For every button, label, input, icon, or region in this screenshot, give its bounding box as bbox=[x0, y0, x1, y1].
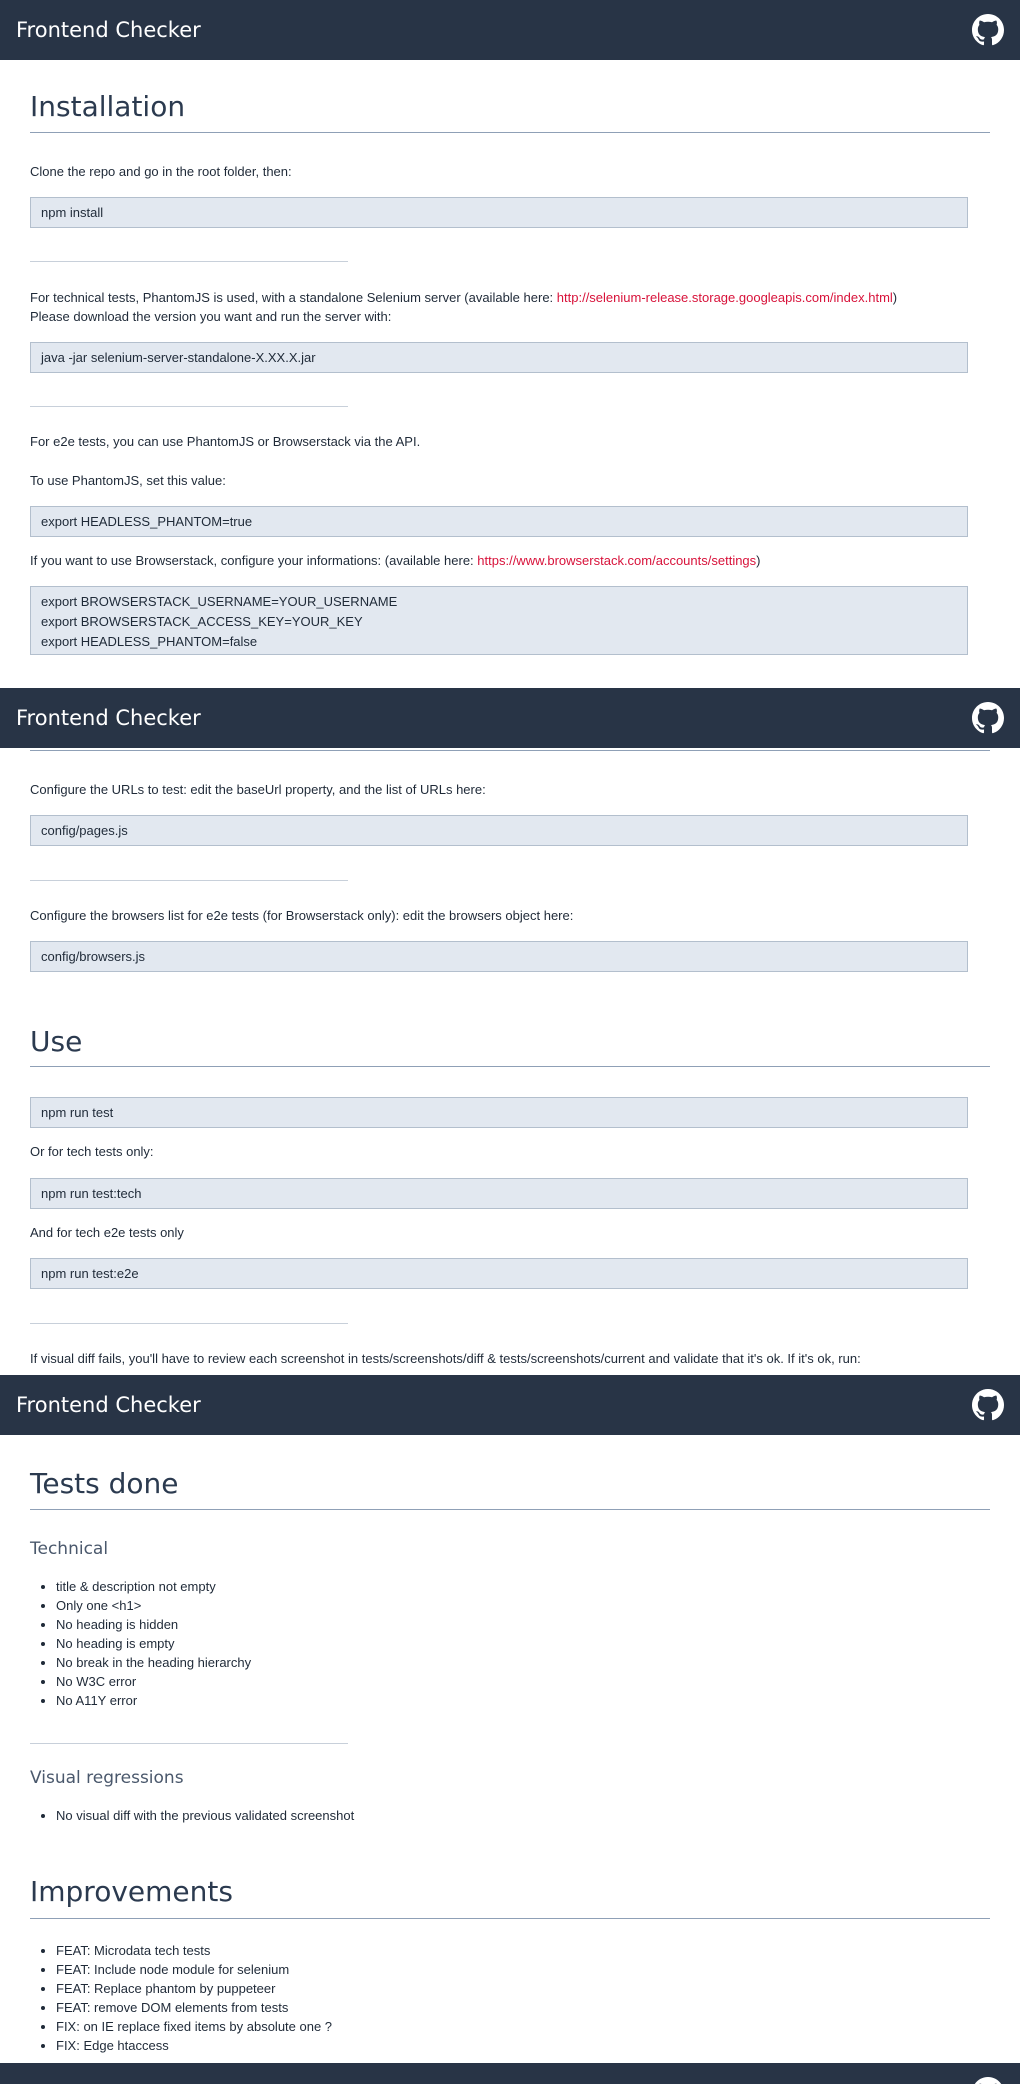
github-icon[interactable] bbox=[972, 1389, 1004, 1421]
download-text: Please download the version you want and… bbox=[30, 309, 392, 324]
heading-rule bbox=[30, 132, 990, 133]
list-item: No heading is empty bbox=[56, 1634, 251, 1653]
phantom-cmd-code: export HEADLESS_PHANTOM=true bbox=[30, 506, 968, 537]
phantom-text: To use PhantomJS, set this value: bbox=[30, 473, 226, 488]
list-item: No visual diff with the previous validat… bbox=[56, 1806, 354, 1825]
list-item: FEAT: Replace phantom by puppeteer bbox=[56, 1979, 332, 1998]
divider bbox=[30, 1323, 348, 1324]
java-cmd-code: java -jar selenium-server-standalone-X.X… bbox=[30, 342, 968, 373]
installation-heading: Installation bbox=[30, 90, 186, 123]
heading-rule bbox=[30, 1918, 990, 1919]
test-cmd-code: npm run test bbox=[30, 1097, 968, 1128]
heading-rule bbox=[30, 1066, 990, 1067]
list-item: title & description not empty bbox=[56, 1577, 251, 1596]
list-item: No W3C error bbox=[56, 1672, 251, 1691]
browsers-text: Configure the browsers list for e2e test… bbox=[30, 908, 574, 923]
browserstack-link[interactable]: https://www.browserstack.com/accounts/se… bbox=[477, 553, 756, 568]
heading-rule bbox=[30, 750, 990, 751]
npm-install-code: npm install bbox=[30, 197, 968, 228]
top-header: Frontend Checker bbox=[0, 0, 1020, 60]
selenium-link[interactable]: http://selenium-release.storage.googleap… bbox=[557, 290, 893, 305]
app-title: Frontend Checker bbox=[16, 18, 201, 42]
top-header bbox=[0, 2063, 1020, 2084]
e2e-cmd-code: npm run test:e2e bbox=[30, 1258, 968, 1289]
divider bbox=[30, 880, 348, 881]
app-title: Frontend Checker bbox=[16, 706, 201, 730]
tech-cmd-code: npm run test:tech bbox=[30, 1178, 968, 1209]
tech-tests-text: For technical tests, PhantomJS is used, … bbox=[30, 290, 898, 305]
visual-diff-text: If visual diff fails, you'll have to rev… bbox=[30, 1351, 861, 1366]
visual-list: No visual diff with the previous validat… bbox=[30, 1806, 354, 1825]
use-heading: Use bbox=[30, 1025, 83, 1058]
browserstack-cmds-code: export BROWSERSTACK_USERNAME=YOUR_USERNA… bbox=[30, 586, 968, 655]
list-item: FIX: on IE replace fixed items by absolu… bbox=[56, 2017, 332, 2036]
list-item: FEAT: Include node module for selenium bbox=[56, 1960, 332, 1979]
urls-text: Configure the URLs to test: edit the bas… bbox=[30, 782, 486, 797]
visual-regressions-heading: Visual regressions bbox=[30, 1768, 184, 1788]
browserstack-text: If you want to use Browserstack, configu… bbox=[30, 553, 761, 568]
top-header: Frontend Checker bbox=[0, 688, 1020, 748]
heading-rule bbox=[30, 1509, 990, 1510]
list-item: FEAT: remove DOM elements from tests bbox=[56, 1998, 332, 2017]
clone-text: Clone the repo and go in the root folder… bbox=[30, 164, 292, 179]
divider bbox=[30, 406, 348, 407]
list-item: FIX: Edge htaccess bbox=[56, 2036, 332, 2055]
list-item: Only one <h1> bbox=[56, 1596, 251, 1615]
technical-heading: Technical bbox=[30, 1539, 109, 1559]
browsers-file-code: config/browsers.js bbox=[30, 941, 968, 972]
pages-file-code: config/pages.js bbox=[30, 815, 968, 846]
list-item: No heading is hidden bbox=[56, 1615, 251, 1634]
tech-only-text: Or for tech tests only: bbox=[30, 1144, 154, 1159]
list-item: FEAT: Microdata tech tests bbox=[56, 1941, 332, 1960]
e2e-only-text: And for tech e2e tests only bbox=[30, 1225, 184, 1240]
divider bbox=[30, 1743, 348, 1744]
e2e-text: For e2e tests, you can use PhantomJS or … bbox=[30, 434, 421, 449]
divider bbox=[30, 261, 348, 262]
improvements-list: FEAT: Microdata tech tests FEAT: Include… bbox=[30, 1941, 332, 2055]
technical-list: title & description not empty Only one <… bbox=[30, 1577, 251, 1710]
list-item: No A11Y error bbox=[56, 1691, 251, 1710]
tests-done-heading: Tests done bbox=[30, 1467, 179, 1500]
improvements-heading: Improvements bbox=[30, 1875, 233, 1908]
list-item: No break in the heading hierarchy bbox=[56, 1653, 251, 1672]
app-title: Frontend Checker bbox=[16, 1393, 201, 1417]
top-header: Frontend Checker bbox=[0, 1375, 1020, 1435]
github-icon[interactable] bbox=[972, 702, 1004, 734]
github-icon[interactable] bbox=[972, 2077, 1004, 2084]
github-icon[interactable] bbox=[972, 14, 1004, 46]
